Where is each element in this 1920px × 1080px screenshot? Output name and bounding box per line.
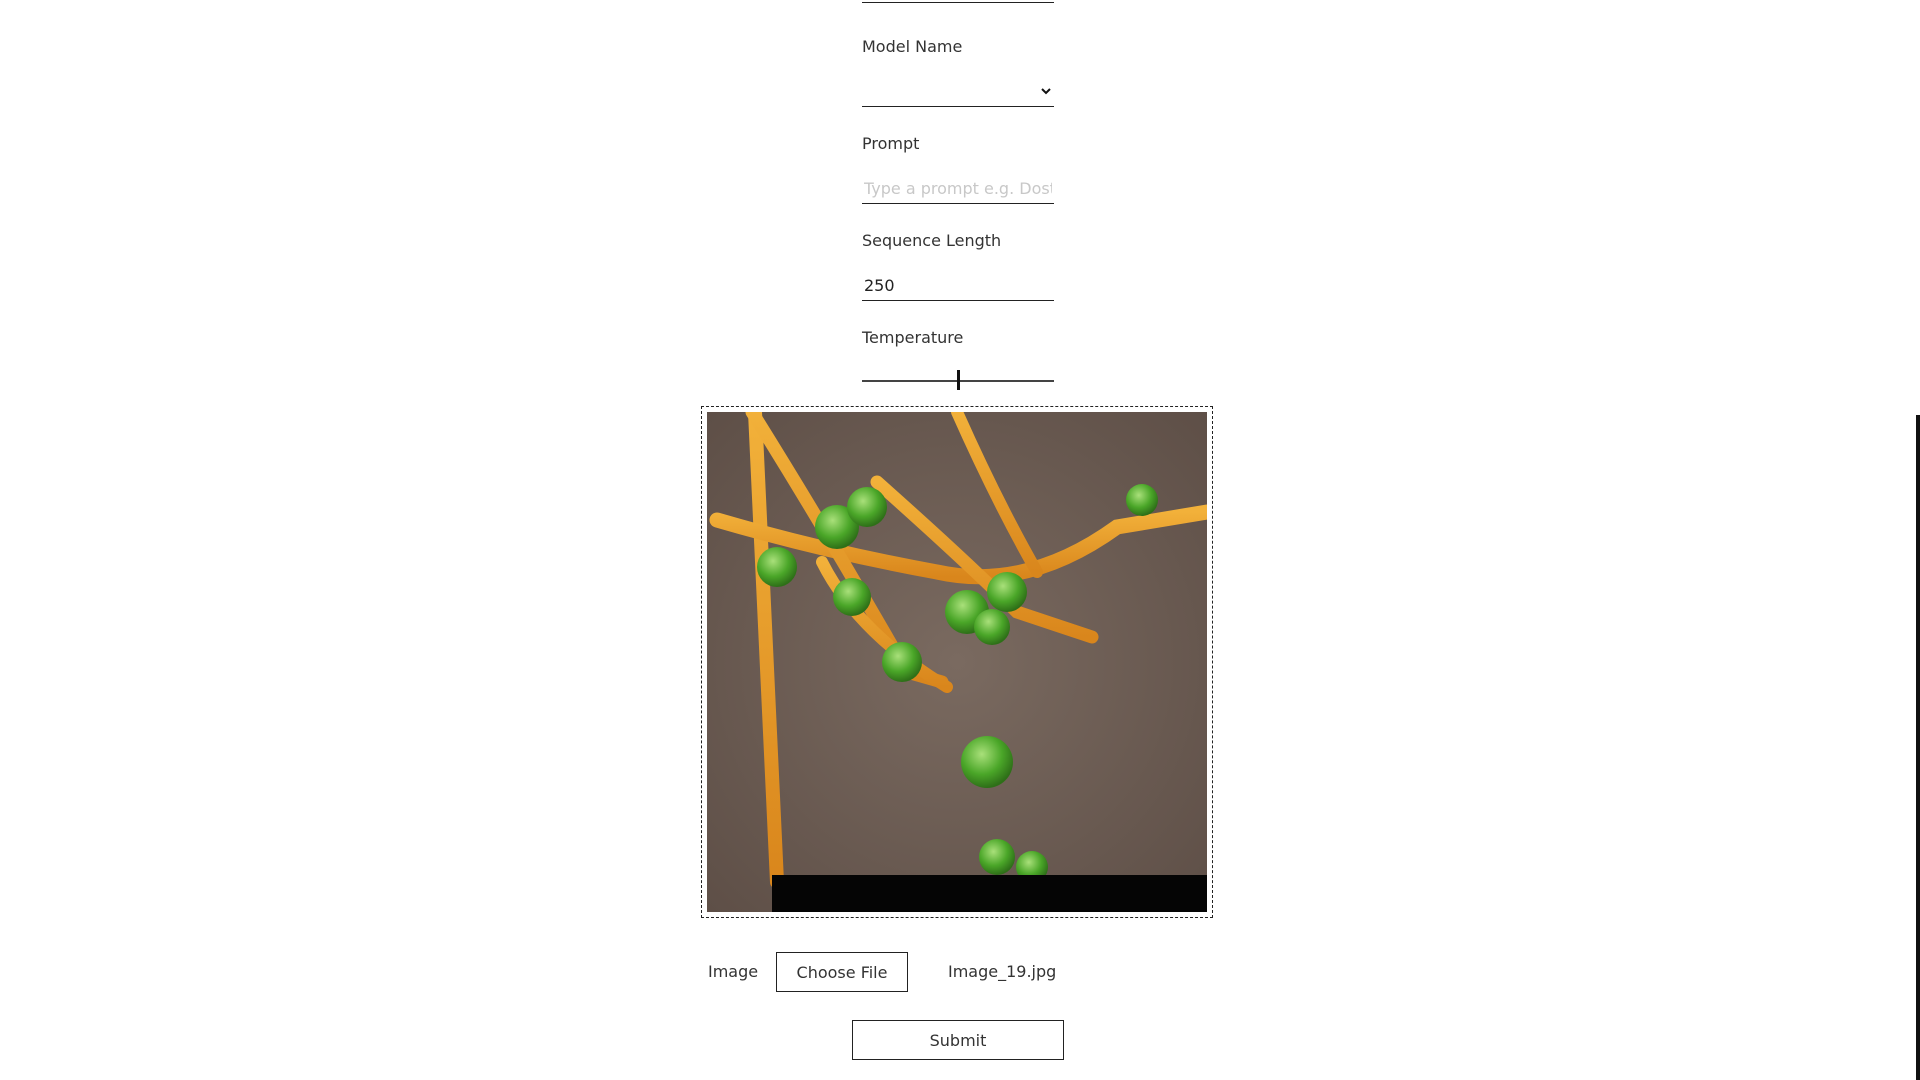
sequence-length-input[interactable] bbox=[862, 271, 1054, 299]
prompt-label: Prompt bbox=[862, 134, 920, 153]
choose-file-button[interactable]: Choose File bbox=[776, 952, 908, 992]
scrollbar[interactable] bbox=[1916, 415, 1920, 1080]
model-name-field: Model Name bbox=[862, 37, 1054, 107]
image-label: Image bbox=[708, 962, 759, 981]
temperature-field: Temperature bbox=[862, 328, 1054, 390]
sequence-length-label: Sequence Length bbox=[862, 231, 1002, 250]
image-preview-frame bbox=[701, 406, 1213, 918]
model-name-label: Model Name bbox=[862, 37, 963, 56]
selected-file-name: Image_19.jpg bbox=[948, 962, 1057, 981]
previous-field-underline bbox=[862, 2, 1054, 3]
temperature-label: Temperature bbox=[862, 328, 964, 347]
model-name-select[interactable] bbox=[862, 77, 1054, 107]
image-upload-row: Image Choose File Image_19.jpg bbox=[708, 952, 1208, 992]
prompt-underline bbox=[862, 174, 1054, 204]
prompt-input[interactable] bbox=[862, 174, 1054, 202]
prompt-field: Prompt bbox=[862, 134, 1054, 204]
page: Model Name Prompt Sequence Length Temper… bbox=[0, 0, 1920, 1080]
temperature-slider[interactable] bbox=[862, 362, 1054, 390]
sequence-length-underline bbox=[862, 271, 1054, 301]
sequence-length-field: Sequence Length bbox=[862, 231, 1054, 301]
chevron-down-icon bbox=[1041, 88, 1051, 95]
submit-button[interactable]: Submit bbox=[852, 1020, 1064, 1060]
image-preview bbox=[707, 412, 1207, 912]
slider-thumb[interactable] bbox=[957, 370, 960, 390]
